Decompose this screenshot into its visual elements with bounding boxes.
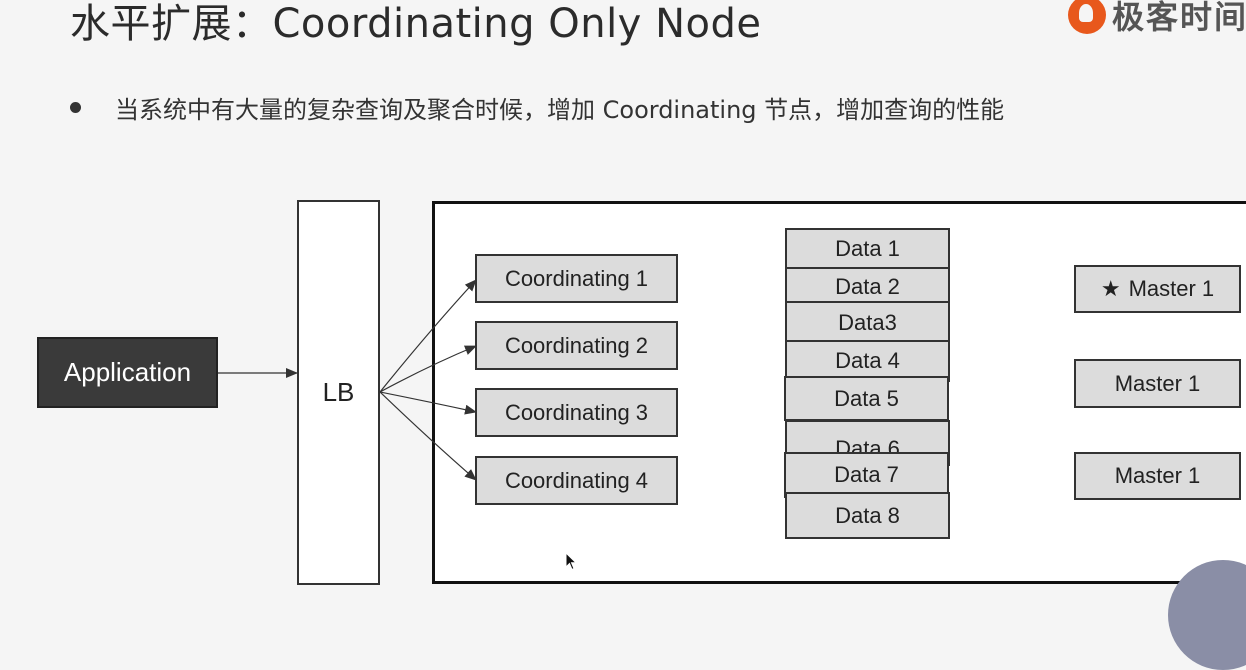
star-icon: ★ <box>1100 276 1121 301</box>
arrow-lb-to-coordinating-4 <box>379 391 477 481</box>
master-node-1: ★ Master 1 <box>1074 265 1241 313</box>
coordinating-node-1: Coordinating 1 <box>475 254 678 303</box>
arrow-lb-to-coordinating-3 <box>379 391 477 415</box>
arrow-lb-to-coordinating-1 <box>379 279 477 393</box>
load-balancer-node: LB <box>297 200 380 585</box>
data-node-8: Data 8 <box>785 492 950 539</box>
application-node: Application <box>37 337 218 408</box>
data-node-5: Data 5 <box>784 376 949 421</box>
coordinating-node-2: Coordinating 2 <box>475 321 678 370</box>
mouse-cursor-icon <box>565 552 578 571</box>
coordinating-node-4: Coordinating 4 <box>475 456 678 505</box>
data-node-3: Data3 <box>785 301 950 344</box>
master-node-3: Master 1 <box>1074 452 1241 500</box>
master-node-label: Master 1 <box>1128 276 1215 301</box>
coordinating-node-3: Coordinating 3 <box>475 388 678 437</box>
arrow-lb-to-coordinating-2 <box>379 345 477 393</box>
data-node-1: Data 1 <box>785 228 950 270</box>
master-node-2: Master 1 <box>1074 359 1241 408</box>
